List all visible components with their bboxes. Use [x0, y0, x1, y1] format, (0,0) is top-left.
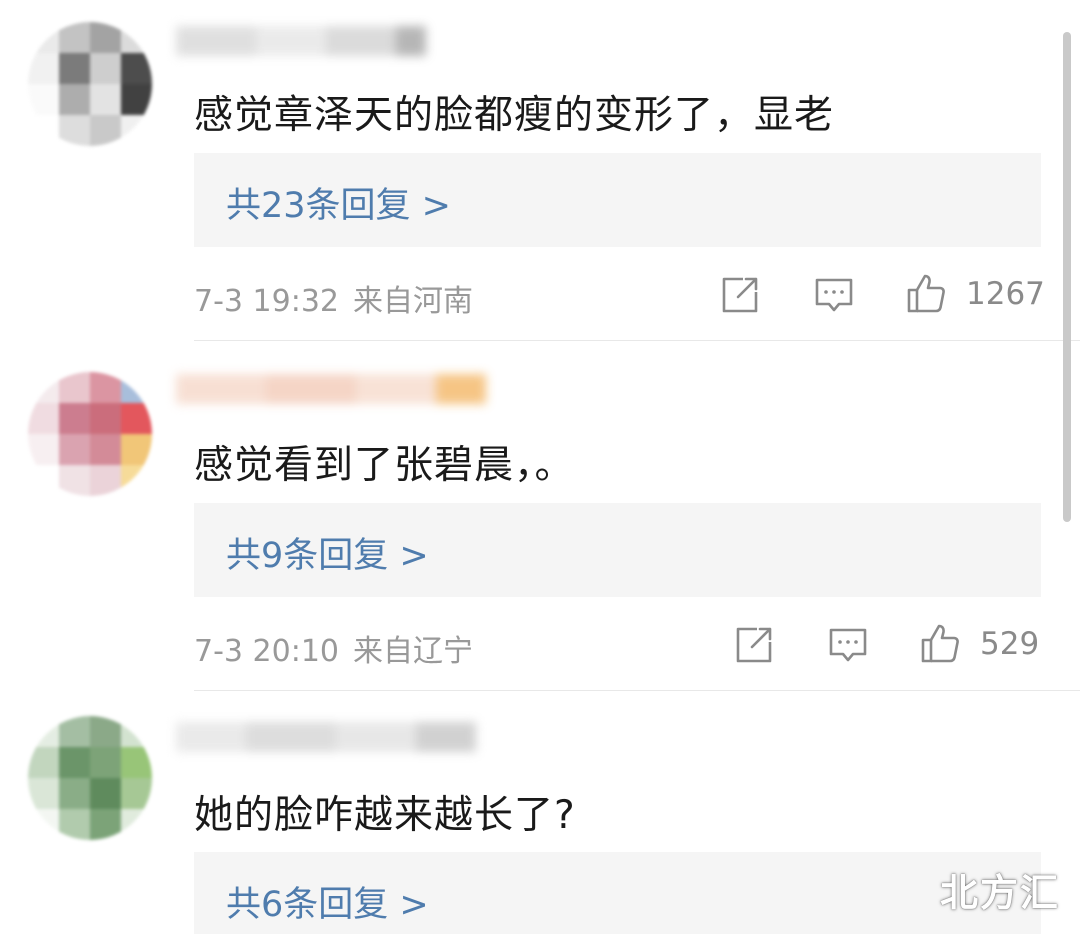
comment-meta: 7-3 20:10 来自辽宁: [194, 626, 487, 670]
reply-summary-box[interactable]: 共23条回复 >: [194, 153, 1041, 247]
reply-summary-link[interactable]: 共9条回复 >: [226, 527, 429, 578]
reply-summary-link[interactable]: 共23条回复 >: [226, 177, 451, 228]
reply-summary-box[interactable]: 共6条回复 >: [194, 852, 1041, 934]
comment-meta: 7-3 19:32 来自河南: [194, 276, 487, 320]
avatar[interactable]: [28, 716, 152, 840]
avatar[interactable]: [28, 372, 152, 496]
watermark: 北方汇: [940, 871, 1061, 915]
share-icon[interactable]: [733, 624, 775, 666]
username[interactable]: [176, 20, 426, 64]
like-count: 1267: [966, 276, 1045, 312]
divider: [194, 690, 1080, 691]
comment-list: 感觉章泽天的脸都瘦的变形了，显老 共23条回复 > 7-3 19:32 来自河南 …: [0, 0, 1080, 934]
comment-location: 来自河南: [353, 284, 473, 319]
comment-icon[interactable]: [813, 274, 855, 316]
username[interactable]: [176, 716, 476, 760]
username[interactable]: [176, 368, 486, 412]
thumbs-up-icon[interactable]: [919, 622, 961, 664]
reply-summary-box[interactable]: 共9条回复 >: [194, 503, 1041, 597]
comment-date: 7-3 19:32: [194, 284, 339, 319]
comment-text: 她的脸咋越来越长了?: [194, 793, 576, 838]
comment-location: 来自辽宁: [353, 634, 473, 669]
avatar[interactable]: [28, 22, 152, 146]
like-count: 529: [980, 626, 1040, 662]
reply-summary-link[interactable]: 共6条回复 >: [226, 876, 429, 927]
comment-date: 7-3 20:10: [194, 634, 339, 669]
scrollbar[interactable]: [1063, 32, 1071, 522]
comment-text: 感觉看到了张碧晨，。: [194, 443, 575, 488]
comment-text: 感觉章泽天的脸都瘦的变形了，显老: [194, 93, 835, 138]
share-icon[interactable]: [719, 274, 761, 316]
thumbs-up-icon[interactable]: [905, 272, 947, 314]
divider: [194, 340, 1080, 341]
comment-icon[interactable]: [827, 624, 869, 666]
